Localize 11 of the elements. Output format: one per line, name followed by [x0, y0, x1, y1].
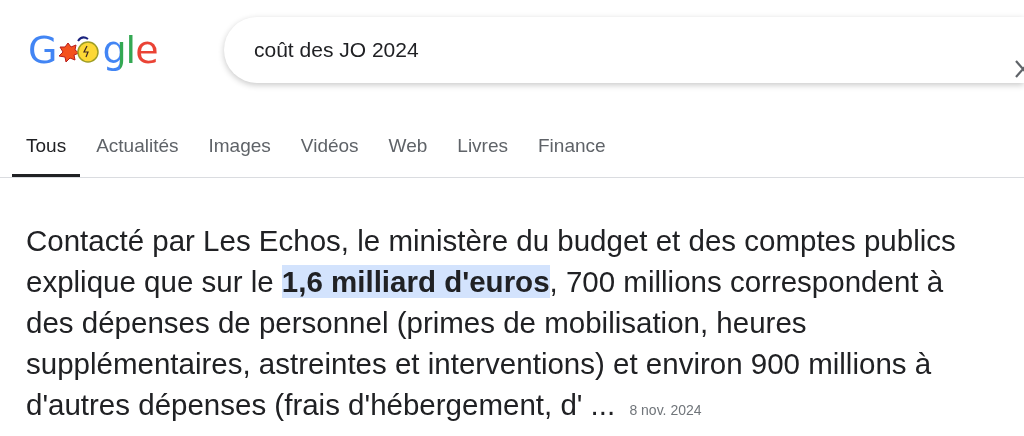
tab[interactable]: Tous [12, 131, 81, 177]
tab[interactable]: Web [374, 131, 442, 177]
logo[interactable]: G gle [28, 21, 168, 79]
close-icon[interactable] [1014, 59, 1024, 79]
tab[interactable]: Actualités [82, 131, 193, 177]
snippet-text: Contacté par Les Echos, le ministère du budget et des comptes publics explique que sur le 1,6 milliard d'euros, 700 millions correspondent à des dépenses de personnel (primes de mobilisation, heures supplémentaires, astreintes et interventions) et environ 900 millions à d'autres dépenses (frais d'hébergement, d' ... 8 nov. 2024 [26, 223, 957, 423]
tab[interactable]: Vidéos [286, 131, 373, 177]
tab[interactable]: Finance [524, 131, 620, 177]
tab[interactable]: Livres [443, 131, 522, 177]
search-field[interactable]: coût des JO 2024 [224, 17, 1024, 83]
tab[interactable]: Images [194, 131, 285, 177]
